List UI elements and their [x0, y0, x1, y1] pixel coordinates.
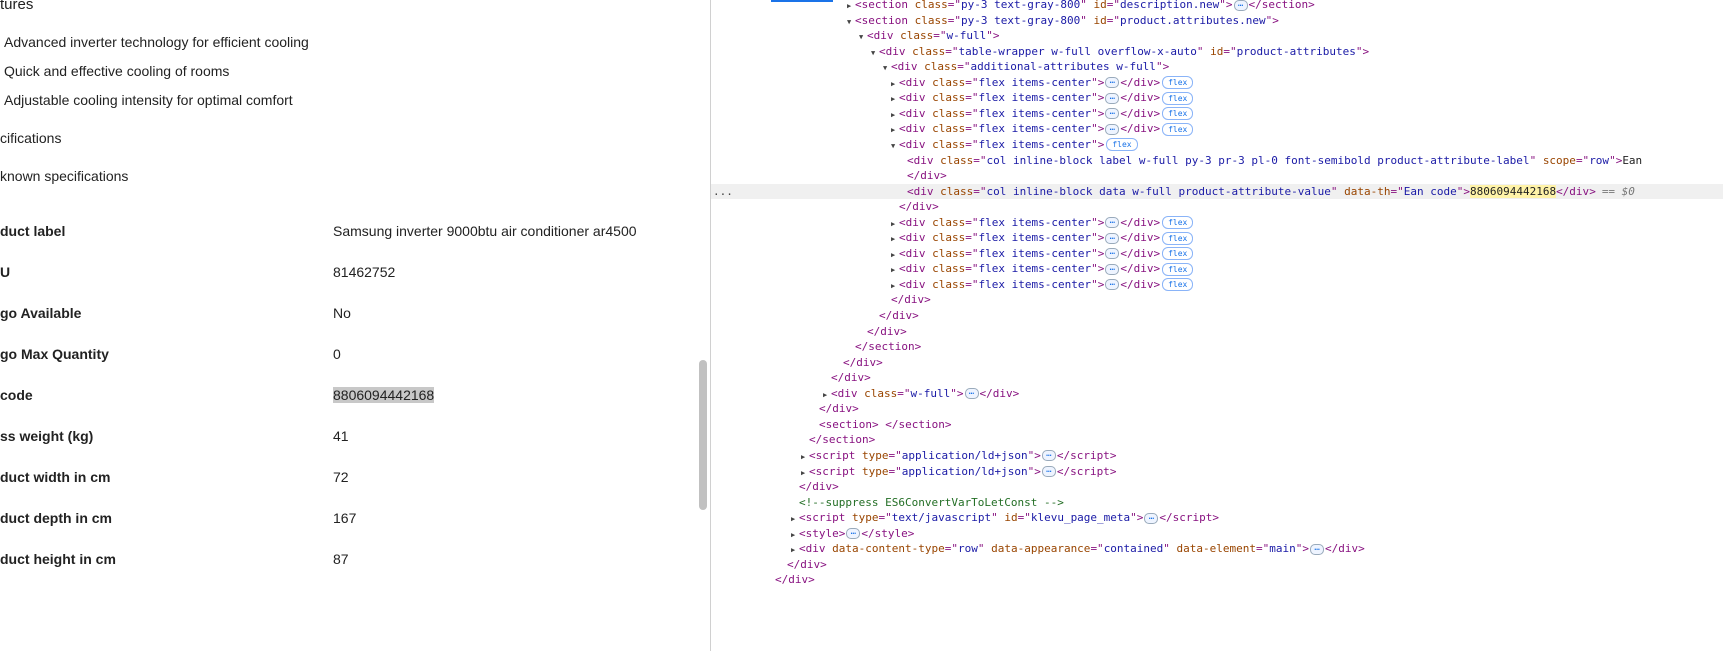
ellipsis-icon[interactable]: …: [1041, 466, 1056, 477]
dom-node[interactable]: </div>: [711, 572, 1723, 587]
ellipsis-icon[interactable]: …: [1105, 279, 1120, 291]
spec-value: Samsung inverter 9000btu air conditioner…: [333, 223, 637, 239]
flex-badge[interactable]: flex: [1162, 247, 1194, 261]
dom-node[interactable]: <div class="col inline-block label w-ful…: [711, 153, 1723, 168]
feature-item: Quick and effective cooling of rooms: [4, 63, 230, 79]
spec-value: 167: [333, 510, 357, 526]
spec-value: 41: [333, 428, 349, 444]
ellipsis-icon[interactable]: …: [1144, 512, 1159, 524]
flex-badge[interactable]: flex: [1162, 216, 1194, 230]
ellipsis-icon[interactable]: …: [1105, 92, 1120, 104]
dom-node[interactable]: </section>: [711, 432, 1723, 447]
dom-node-selected[interactable]: ... <div class="col inline-block data w-f…: [711, 183, 1723, 199]
flex-badge[interactable]: flex: [1162, 91, 1194, 105]
dom-node[interactable]: ▶ <div class="flex items-center">… </div> f…: [711, 121, 1723, 136]
spec-value: 72: [333, 469, 349, 485]
spec-label: code: [0, 387, 33, 403]
dom-node[interactable]: ▶ <div class="flex items-center">… </div> f…: [711, 215, 1723, 230]
ellipsis-icon[interactable]: …: [1105, 108, 1120, 120]
spec-value: 0: [333, 346, 341, 362]
dom-node[interactable]: </div>: [711, 355, 1723, 370]
ellipsis-icon[interactable]: …: [1105, 232, 1120, 244]
ellipsis-icon[interactable]: …: [964, 388, 979, 400]
dom-node[interactable]: ▶ <div class="flex items-center">… </div> f…: [711, 246, 1723, 261]
dom-node[interactable]: </section>: [711, 339, 1723, 354]
ellipsis-icon[interactable]: …: [1105, 77, 1120, 89]
flex-badge[interactable]: flex: [1162, 107, 1194, 121]
ellipsis-icon[interactable]: …: [1041, 450, 1056, 462]
dom-node[interactable]: </div>: [711, 292, 1723, 307]
dom-node[interactable]: </div>: [711, 199, 1723, 214]
spec-value: 87: [333, 551, 349, 567]
dom-node[interactable]: ▶ <div class="flex items-center">… </div> f…: [711, 230, 1723, 245]
dom-node[interactable]: ▶ <div class="flex items-center">… </div> f…: [711, 90, 1723, 105]
spec-label: duct label: [0, 223, 66, 239]
dom-node[interactable]: ▼ <div class="flex items-center"> flex: [711, 137, 1723, 152]
ellipsis-icon[interactable]: …: [846, 528, 861, 540]
dom-node[interactable]: ▶ <style>… </style>: [711, 526, 1723, 541]
spec-label: ss weight (kg): [0, 428, 94, 444]
dom-node[interactable]: ▶ <script type="text/javascript" id="klev…: [711, 510, 1723, 525]
flex-badge[interactable]: flex: [1106, 138, 1138, 152]
dom-node[interactable]: ▶ <div class="flex items-center">… </div> f…: [711, 106, 1723, 121]
ellipsis-icon[interactable]: …: [1105, 123, 1120, 135]
dom-node[interactable]: ▶ <div class="flex items-center">… </div> f…: [711, 75, 1723, 90]
ellipsis-icon[interactable]: …: [1310, 543, 1325, 555]
dom-node[interactable]: </div>: [711, 168, 1723, 183]
known-specifications-heading: known specifications: [0, 168, 129, 184]
dom-node[interactable]: ▼ <section class="py-3 text-gray-800" id=…: [711, 13, 1723, 28]
ellipsis-icon[interactable]: …: [1105, 217, 1120, 229]
dom-node[interactable]: </div>: [711, 557, 1723, 572]
dom-node[interactable]: </div>: [711, 479, 1723, 494]
features-heading: tures: [0, 0, 34, 13]
dom-node[interactable]: </div>: [711, 370, 1723, 385]
spec-label: U: [0, 264, 11, 280]
dom-node[interactable]: <section> </section>: [711, 417, 1723, 432]
feature-item: Advanced inverter technology for efficie…: [4, 34, 309, 50]
flex-badge[interactable]: flex: [1162, 278, 1194, 292]
dom-node[interactable]: </div>: [711, 308, 1723, 323]
spec-label: go Max Quantity: [0, 346, 109, 362]
product-page: tures Advanced inverter technology for e…: [0, 0, 710, 651]
ellipsis-icon[interactable]: …: [1105, 263, 1120, 275]
dom-node[interactable]: ▶ <div class="flex items-center">… </div> f…: [711, 261, 1723, 276]
ellipsis-icon[interactable]: …: [1105, 248, 1120, 260]
devtools-elements-panel: ▶ <section class="py-3 text-gray-800" id=…: [710, 0, 1723, 651]
dom-node[interactable]: ▼ <div class="additional-attributes w-ful…: [711, 59, 1723, 74]
flex-badge[interactable]: flex: [1162, 262, 1194, 276]
ellipsis-icon[interactable]: …: [1233, 0, 1248, 11]
flex-badge[interactable]: flex: [1162, 231, 1194, 245]
spec-label: go Available: [0, 305, 82, 321]
dom-node[interactable]: ▼ <div class="w-full">: [711, 28, 1723, 43]
dom-node[interactable]: </div>: [711, 401, 1723, 416]
spec-label: duct depth in cm: [0, 510, 112, 526]
flex-badge[interactable]: flex: [1162, 76, 1194, 90]
spec-label: duct height in cm: [0, 551, 116, 567]
spec-label: duct width in cm: [0, 469, 111, 485]
dom-node[interactable]: ▶ <div class="w-full">… </div>: [711, 386, 1723, 401]
specifications-tab[interactable]: cifications: [0, 130, 61, 146]
spec-value: 81462752: [333, 264, 396, 280]
spec-value: No: [333, 305, 351, 321]
dom-node[interactable]: ▶ <script type="application/ld+json">… </s…: [711, 448, 1723, 463]
dom-node[interactable]: ▶ <script type="application/ld+json">… </s…: [711, 464, 1723, 479]
feature-item: Adjustable cooling intensity for optimal…: [4, 92, 293, 108]
more-options-icon[interactable]: ...: [713, 184, 733, 199]
spec-value: 8806094442168: [333, 387, 435, 403]
flex-badge[interactable]: flex: [1162, 122, 1194, 136]
scrollbar[interactable]: [699, 360, 707, 510]
dom-node[interactable]: ▶ <div class="flex items-center">… </div> f…: [711, 277, 1723, 292]
dom-node[interactable]: ▶ <div data-content-type="row" data-appea…: [711, 541, 1723, 556]
dom-node[interactable]: ▶ <section class="py-3 text-gray-800" id=…: [711, 0, 1723, 12]
dom-node[interactable]: </div>: [711, 324, 1723, 339]
dom-node[interactable]: <!--suppress ES6ConvertVarToLetConst -->: [711, 495, 1723, 510]
dom-node[interactable]: ▼ <div class="table-wrapper w-full overfl…: [711, 44, 1723, 59]
